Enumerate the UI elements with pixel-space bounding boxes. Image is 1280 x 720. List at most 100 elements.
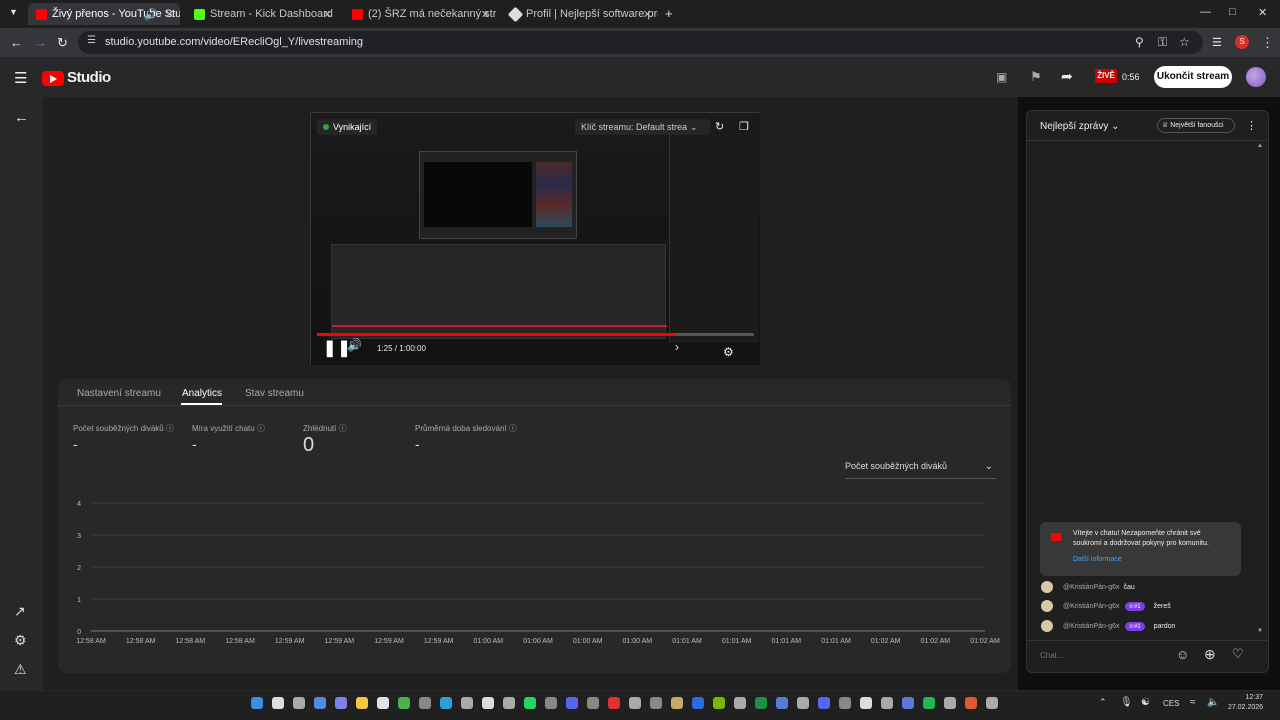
app-icon[interactable]	[965, 697, 977, 709]
help-icon[interactable]: ⓘ	[257, 424, 265, 433]
discord-icon[interactable]	[818, 697, 830, 709]
chat-author[interactable]: @KristiánPán-g6x	[1063, 584, 1120, 591]
edge-icon[interactable]	[440, 697, 452, 709]
tray-chevron-up-icon[interactable]: ⌃	[1099, 697, 1107, 708]
shield-icon[interactable]	[692, 697, 704, 709]
more-options-icon[interactable]: ⋮	[1246, 119, 1257, 132]
forward-arrow-icon[interactable]: →	[34, 35, 47, 50]
close-icon[interactable]: ✕	[643, 8, 652, 21]
window-close-icon[interactable]: ✕	[1258, 6, 1267, 19]
network-icon[interactable]: ☯	[1141, 697, 1150, 708]
chat-scrollbar[interactable]: ▲ ▼	[1257, 143, 1263, 636]
volume-icon[interactable]: 🔈	[1207, 697, 1219, 708]
app-icon[interactable]	[902, 697, 914, 709]
app-icon[interactable]	[860, 697, 872, 709]
teams-icon[interactable]	[335, 697, 347, 709]
app-icon[interactable]	[944, 697, 956, 709]
scroll-down-icon[interactable]: ▼	[1257, 628, 1263, 634]
feedback-icon[interactable]: ⚠	[14, 661, 27, 678]
app-icon[interactable]	[671, 697, 683, 709]
bookmark-icon[interactable]: ⚑	[1030, 69, 1042, 85]
settings-icon[interactable]	[461, 697, 473, 709]
top-fans-button[interactable]: ♕ Největší fanoušci	[1157, 118, 1235, 133]
zoom-search-icon[interactable]: ⚲	[1135, 35, 1144, 49]
close-icon[interactable]: ✕	[165, 8, 174, 21]
task-view-icon[interactable]	[293, 697, 305, 709]
external-link-icon[interactable]: ↗	[14, 603, 26, 620]
discord-icon[interactable]	[566, 697, 578, 709]
heart-icon[interactable]: ♡	[1232, 646, 1244, 662]
layout-icon[interactable]: ▣	[996, 70, 1007, 84]
hamburger-menu-icon[interactable]: ☰	[14, 69, 27, 87]
whatsapp-icon[interactable]	[524, 697, 536, 709]
language-indicator[interactable]: CES	[1163, 699, 1179, 708]
back-icon[interactable]: ←	[14, 109, 29, 126]
progress-track[interactable]	[317, 333, 754, 336]
emoji-icon[interactable]: ☺	[1176, 647, 1189, 662]
chevron-right-icon[interactable]: ›	[675, 340, 679, 354]
chat-message[interactable]: @KristiánPán-g6x ♕#1 žereš	[1041, 599, 1171, 613]
app-icon[interactable]	[881, 697, 893, 709]
key-icon[interactable]: ⚿	[1158, 35, 1167, 50]
channel-avatar[interactable]	[1246, 67, 1266, 87]
youtube-logo-icon[interactable]	[42, 71, 64, 86]
tab-search-icon[interactable]: ▼	[9, 7, 18, 17]
nvidia-icon[interactable]	[713, 697, 725, 709]
chat-message[interactable]: @KristiánPán-g6x ♕#1 pardon	[1041, 619, 1175, 633]
app-icon[interactable]	[503, 697, 515, 709]
chat-author[interactable]: @KristiánPán-g6x	[1063, 603, 1120, 610]
help-icon[interactable]: ⓘ	[509, 424, 517, 433]
tab-kick-dashboard[interactable]: Stream - Kick Dashboard ✕	[186, 3, 338, 25]
add-plus-icon[interactable]: ⊕	[1204, 646, 1216, 663]
reload-icon[interactable]: ↻	[57, 35, 68, 51]
share-icon[interactable]: ➦	[1061, 68, 1073, 85]
tab-stream-status[interactable]: Stav streamu	[245, 388, 304, 399]
windows-start-icon[interactable]	[251, 697, 263, 709]
app-icon[interactable]	[650, 697, 662, 709]
store-icon[interactable]	[377, 697, 389, 709]
app-icon[interactable]	[545, 697, 557, 709]
wifi-icon[interactable]: ≈	[1190, 697, 1196, 708]
app-icon[interactable]	[776, 697, 788, 709]
site-info-icon[interactable]: ☰	[87, 35, 96, 46]
maximize-icon[interactable]: □	[1229, 6, 1236, 18]
file-explorer-icon[interactable]	[356, 697, 368, 709]
help-icon[interactable]: ⓘ	[166, 424, 174, 433]
chrome-icon[interactable]	[398, 697, 410, 709]
url-text[interactable]: studio.youtube.com/video/ERecliOgl_Y/liv…	[105, 36, 363, 48]
new-tab-plus-icon[interactable]: +	[665, 6, 673, 21]
microphone-icon[interactable]: 🎙	[1120, 697, 1133, 708]
volume-icon[interactable]: 🔊	[347, 338, 362, 352]
tab-youtube-video[interactable]: (2) ŠRZ má nečekanný streamll ✕	[344, 3, 496, 25]
bookmark-star-icon[interactable]: ☆	[1179, 35, 1190, 49]
tiktok-icon[interactable]	[482, 697, 494, 709]
stream-preview-player[interactable]: Vynikající Klíč streamu: Default strea ⌄ …	[310, 112, 760, 365]
app-icon[interactable]	[587, 697, 599, 709]
settings-gear-icon[interactable]: ⚙	[723, 345, 734, 359]
chat-input[interactable]	[1040, 647, 1170, 663]
browser-menu-icon[interactable]: ⋮	[1261, 35, 1274, 51]
widgets-icon[interactable]	[314, 697, 326, 709]
record-icon[interactable]	[608, 697, 620, 709]
profile-avatar[interactable]: S	[1235, 35, 1249, 49]
tab-stream-settings[interactable]: Nastavení streamu	[77, 388, 161, 399]
close-icon[interactable]: ✕	[323, 8, 332, 21]
tab-analytics[interactable]: Analytics	[182, 388, 222, 399]
minimize-icon[interactable]: —	[1200, 6, 1211, 18]
end-stream-button[interactable]: Ukončit stream	[1154, 66, 1232, 88]
media-icon[interactable]: ☰	[1212, 36, 1222, 49]
studio-logo-text[interactable]: Studio	[67, 69, 111, 86]
refresh-icon[interactable]: ↻	[715, 120, 724, 133]
back-arrow-icon[interactable]: ←	[10, 35, 23, 50]
metric-selector-dropdown[interactable]: Počet souběžných diváků ⌄	[845, 461, 996, 479]
stream-key-selector[interactable]: Klíč streamu: Default strea ⌄	[575, 119, 710, 135]
system-clock[interactable]: 12:37 27.02.2026	[1228, 693, 1263, 713]
speaker-icon[interactable]: 🔊	[144, 8, 158, 21]
chat-mode-dropdown[interactable]: Nejlepší zprávy ⌄	[1040, 121, 1120, 132]
address-bar[interactable]: ☰ studio.youtube.com/video/ERecliOgl_Y/l…	[78, 31, 1203, 54]
app-icon[interactable]	[419, 697, 431, 709]
app-icon[interactable]	[734, 697, 746, 709]
tab-youtube-studio[interactable]: Živý přenos - YouTube Stud 🔊 ✕	[28, 3, 180, 25]
search-icon[interactable]	[272, 697, 284, 709]
spotify-icon[interactable]	[923, 697, 935, 709]
